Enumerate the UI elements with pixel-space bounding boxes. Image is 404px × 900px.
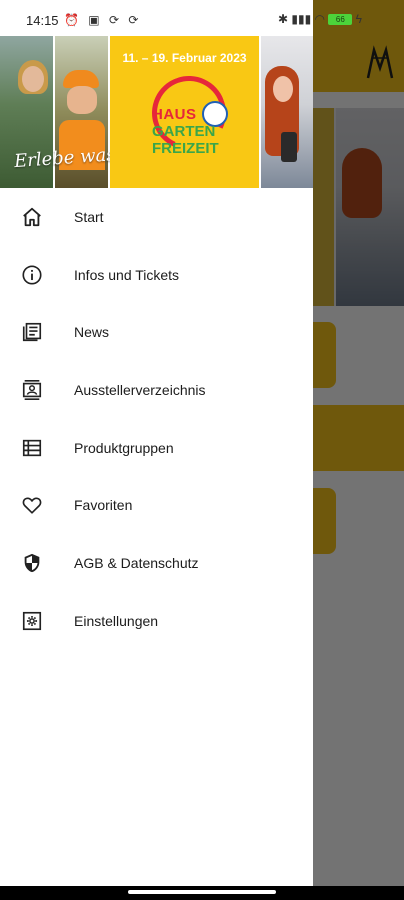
header-fair-panel: 11. – 19. Februar 2023 HAUS GARTEN FREIZ… bbox=[110, 36, 259, 188]
header-photo-girl bbox=[261, 36, 313, 188]
menu-item-einstellungen[interactable]: Einstellungen bbox=[0, 592, 313, 650]
news-icon bbox=[20, 320, 44, 344]
home-gesture-handle[interactable] bbox=[128, 890, 276, 894]
menu-item-infos-tickets[interactable]: Infos und Tickets bbox=[0, 246, 313, 304]
menu-label-infos-tickets: Infos und Tickets bbox=[74, 266, 180, 283]
menu-label-agb-datenschutz: AGB & Datenschutz bbox=[74, 554, 199, 571]
menu-item-news[interactable]: News bbox=[0, 303, 313, 361]
fair-logo: HAUS GARTEN FREIZEIT bbox=[141, 65, 237, 166]
drawer-header-image: Erlebe was geht 11. – 19. Februar 2023 H… bbox=[0, 36, 313, 188]
menu-label-favoriten: Favoriten bbox=[74, 497, 133, 514]
menu-label-produktgruppen: Produktgruppen bbox=[74, 439, 174, 456]
menu-item-favoriten[interactable]: Favoriten bbox=[0, 476, 313, 534]
navigation-drawer: Erlebe was geht 11. – 19. Februar 2023 H… bbox=[0, 0, 313, 886]
menu-item-agb-datenschutz[interactable]: AGB & Datenschutz bbox=[0, 534, 313, 592]
menu-item-ausstellerverzeichnis[interactable]: Ausstellerverzeichnis bbox=[0, 361, 313, 419]
list-icon bbox=[20, 436, 44, 460]
system-nav-bar bbox=[0, 886, 404, 900]
status-system-icons: ✱ ▮▮▮ ◠ 66 ϟ bbox=[278, 12, 363, 26]
menu-label-ausstellerverzeichnis: Ausstellerverzeichnis bbox=[74, 381, 206, 398]
menu-label-einstellungen: Einstellungen bbox=[74, 612, 159, 629]
drawer-menu: Start Infos und Tickets News Ausstellerv… bbox=[0, 188, 313, 650]
menu-label-start: Start bbox=[74, 208, 104, 225]
menu-label-news: News bbox=[74, 324, 110, 341]
menu-item-start[interactable]: Start bbox=[0, 188, 313, 246]
shield-icon bbox=[20, 551, 44, 575]
fair-dates: 11. – 19. Februar 2023 bbox=[122, 51, 247, 65]
settings-icon bbox=[20, 609, 44, 633]
info-icon bbox=[20, 263, 44, 287]
heart-icon bbox=[20, 493, 44, 517]
menu-item-produktgruppen[interactable]: Produktgruppen bbox=[0, 419, 313, 477]
home-icon bbox=[20, 205, 44, 229]
battery-icon: 66 bbox=[328, 14, 353, 26]
status-time: 14:15 bbox=[26, 13, 59, 28]
status-notification-icons: ⏰ ▣ ⟳ ⟳ bbox=[64, 13, 142, 27]
status-bar: 14:15 ⏰ ▣ ⟳ ⟳ ✱ ▮▮▮ ◠ 66 ϟ bbox=[0, 0, 404, 36]
contact-card-icon bbox=[20, 378, 44, 402]
